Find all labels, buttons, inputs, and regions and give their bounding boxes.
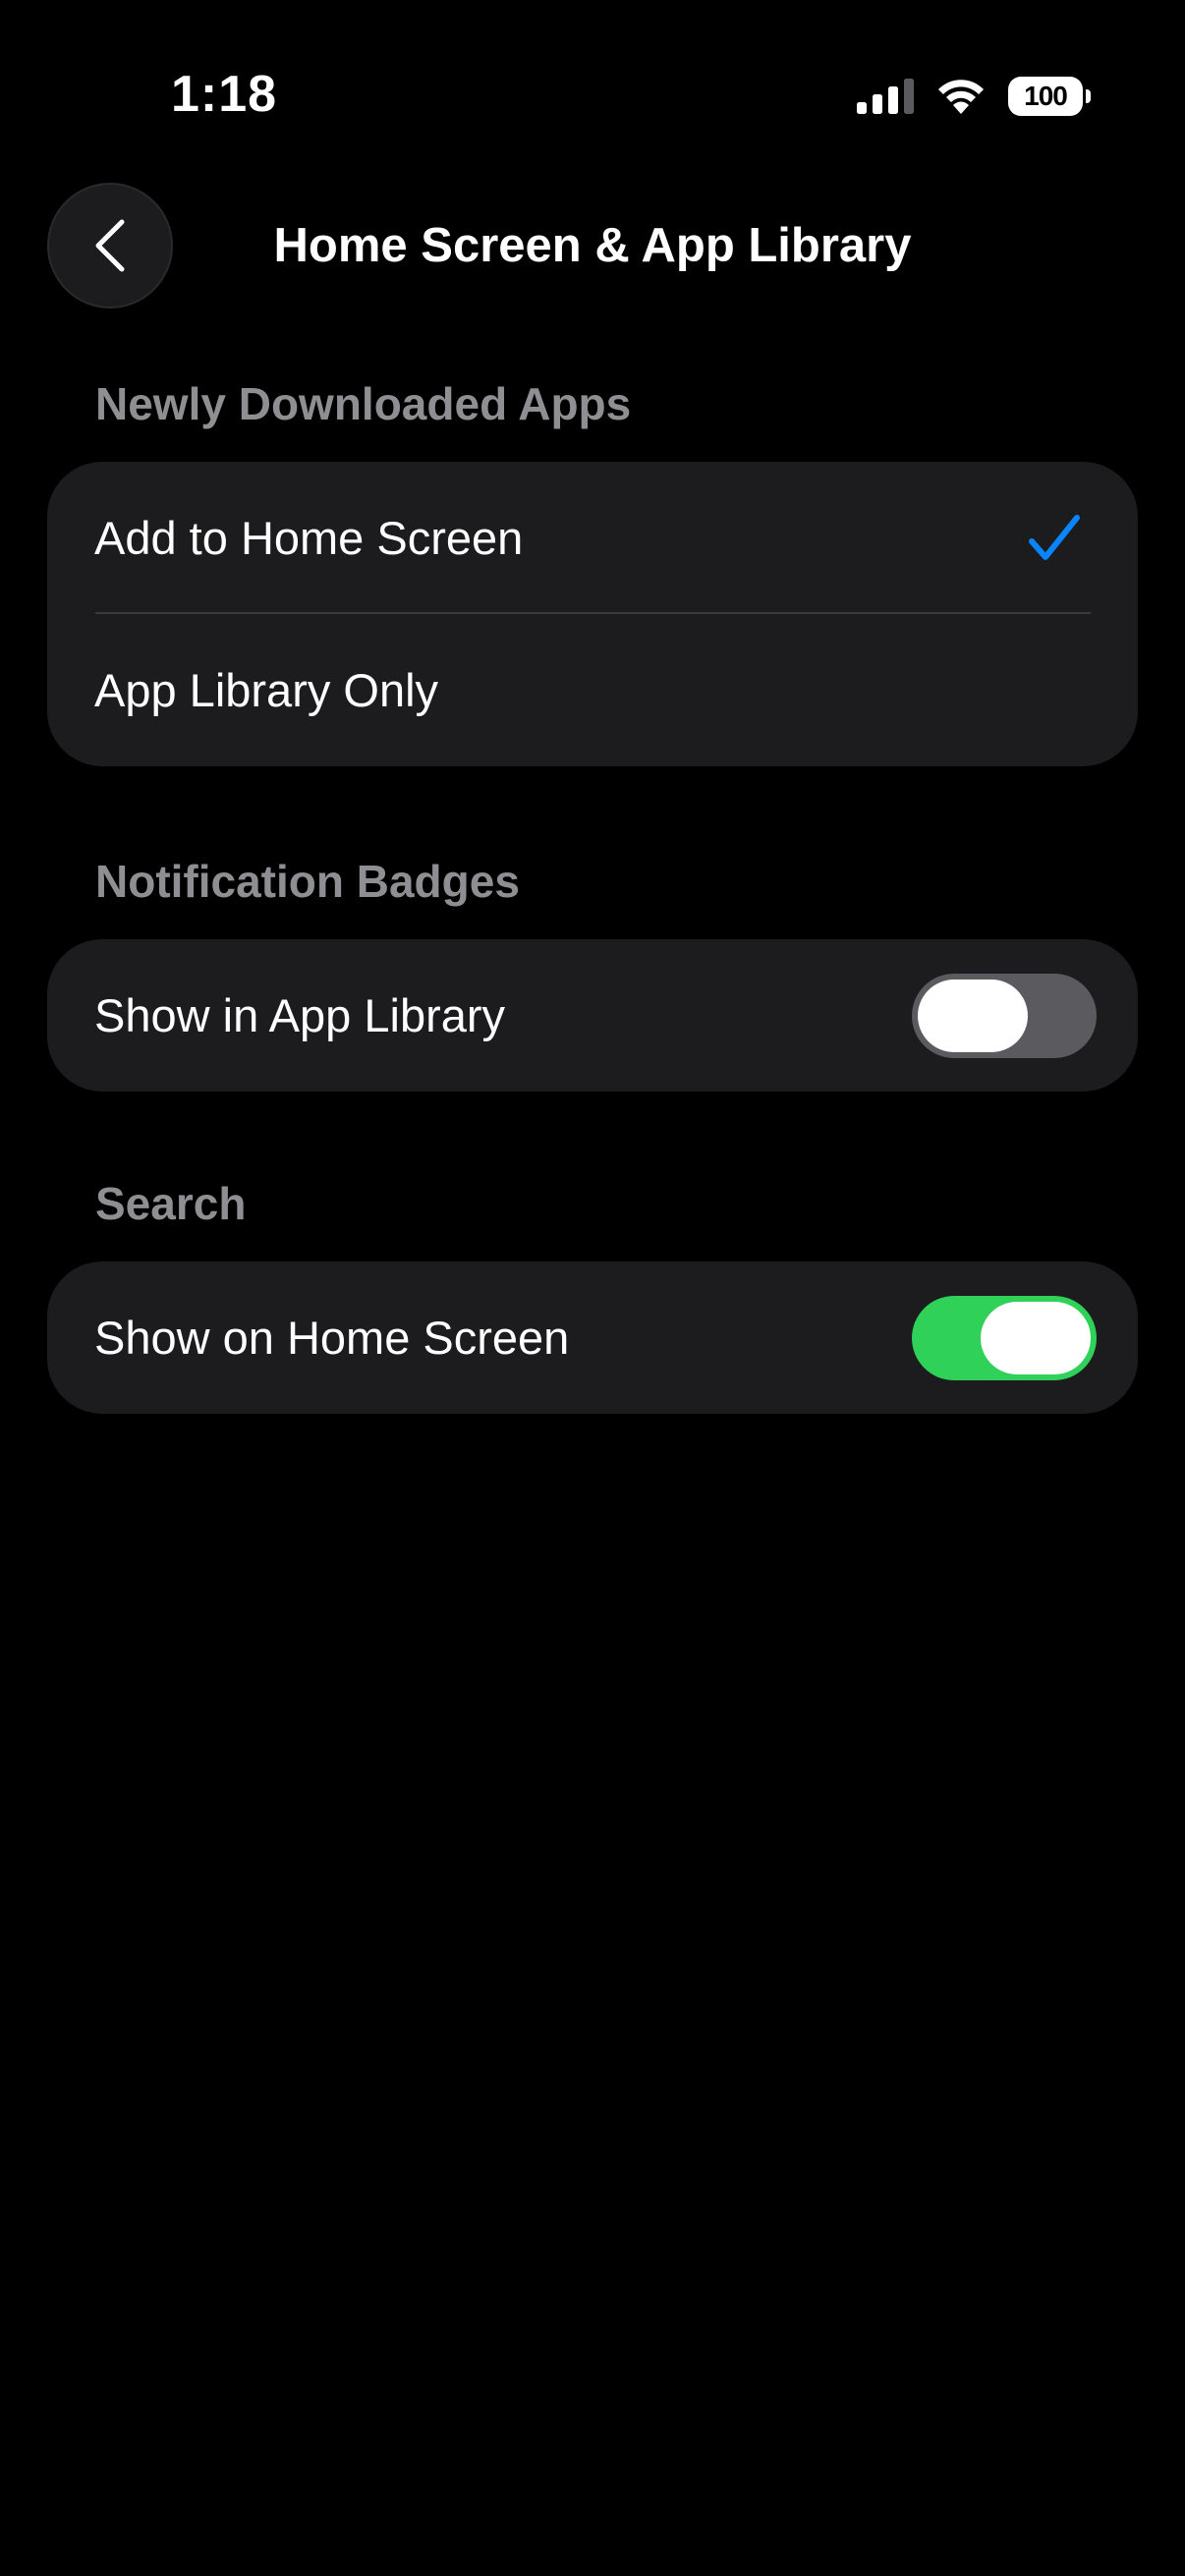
section-header-notification-badges: Notification Badges [95, 856, 520, 907]
notification-badges-group: Show in App Library [47, 939, 1138, 1092]
search-group: Show on Home Screen [47, 1261, 1138, 1414]
row-show-on-home-screen: Show on Home Screen [47, 1261, 1138, 1414]
row-show-in-app-library: Show in App Library [47, 939, 1138, 1092]
signal-icon [857, 79, 914, 114]
status-time: 1:18 [171, 66, 278, 123]
section-header-newly-downloaded: Newly Downloaded Apps [95, 378, 632, 429]
option-add-to-home-screen[interactable]: Add to Home Screen [47, 462, 1138, 614]
option-app-library-only[interactable]: App Library Only [47, 614, 1138, 766]
chevron-left-icon [95, 219, 125, 272]
option-label: Add to Home Screen [94, 512, 524, 564]
show-in-app-library-toggle[interactable] [912, 973, 1097, 1058]
back-button[interactable] [47, 183, 173, 308]
toggle-knob [981, 1301, 1091, 1374]
battery-level: 100 [1024, 81, 1068, 111]
battery-icon: 100 [1008, 77, 1091, 116]
row-label: Show on Home Screen [94, 1312, 570, 1364]
show-on-home-screen-toggle[interactable] [912, 1295, 1097, 1380]
checkmark-icon [1029, 514, 1080, 560]
toggle-knob [918, 979, 1028, 1052]
option-label: App Library Only [94, 664, 439, 716]
section-header-search: Search [95, 1178, 247, 1229]
wifi-icon [938, 80, 984, 114]
page-title: Home Screen & App Library [273, 219, 912, 272]
newly-downloaded-group: Add to Home Screen App Library Only [47, 462, 1138, 766]
row-label: Show in App Library [94, 989, 506, 1041]
status-icons: 100 [857, 73, 1091, 120]
